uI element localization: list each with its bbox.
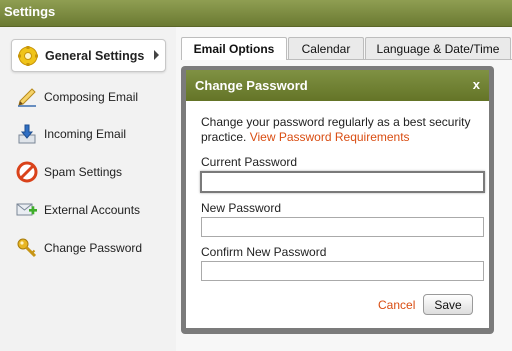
gear-icon <box>17 45 39 67</box>
confirm-password-label: Confirm New Password <box>201 245 327 259</box>
sidebar-item-composing-email[interactable]: Composing Email <box>11 81 166 113</box>
settings-sidebar: General Settings Composing Email Incomin… <box>0 27 176 351</box>
pencil-icon <box>16 86 38 108</box>
current-password-field[interactable] <box>200 171 485 193</box>
sidebar-item-label: General Settings <box>45 48 145 63</box>
dialog-header: Change Password x <box>186 70 489 101</box>
sidebar-item-external-accounts[interactable]: External Accounts <box>11 194 166 226</box>
page-title: Settings <box>4 4 56 19</box>
sidebar-item-general-settings[interactable]: General Settings <box>11 39 166 72</box>
tab-email-options[interactable]: Email Options <box>181 37 287 60</box>
cancel-button[interactable]: Cancel <box>378 298 415 312</box>
sidebar-item-change-password[interactable]: Change Password <box>11 232 166 264</box>
sidebar-item-spam-settings[interactable]: Spam Settings <box>11 156 166 188</box>
confirm-password-field[interactable] <box>201 261 484 281</box>
tab-calendar[interactable]: Calendar <box>288 37 364 59</box>
add-account-icon <box>16 199 38 221</box>
no-entry-icon <box>16 161 38 183</box>
current-password-label: Current Password <box>201 155 298 169</box>
tab-bar: Email Options Calendar Language & Date/T… <box>181 37 512 60</box>
settings-header: Settings <box>0 0 512 27</box>
sidebar-item-incoming-email[interactable]: Incoming Email <box>11 118 166 150</box>
chevron-right-icon <box>154 50 159 60</box>
sidebar-item-label: Change Password <box>44 241 143 255</box>
dialog-description: Change your password regularly as a best… <box>201 115 481 145</box>
sidebar-item-label: Incoming Email <box>44 127 127 141</box>
close-icon[interactable]: x <box>473 77 480 92</box>
change-password-dialog: Change Password x Change your password r… <box>186 70 489 328</box>
tab-language-date-time[interactable]: Language & Date/Time <box>365 37 511 59</box>
new-password-field[interactable] <box>201 217 484 237</box>
save-button[interactable]: Save <box>423 294 473 315</box>
view-requirements-link[interactable]: View Password Requirements <box>250 130 410 144</box>
sidebar-item-label: Composing Email <box>44 90 139 104</box>
dialog-title: Change Password <box>195 78 308 93</box>
key-icon <box>16 237 38 259</box>
sidebar-item-label: External Accounts <box>44 203 141 217</box>
sidebar-item-label: Spam Settings <box>44 165 123 179</box>
new-password-label: New Password <box>201 201 282 215</box>
inbox-download-icon <box>16 123 38 145</box>
